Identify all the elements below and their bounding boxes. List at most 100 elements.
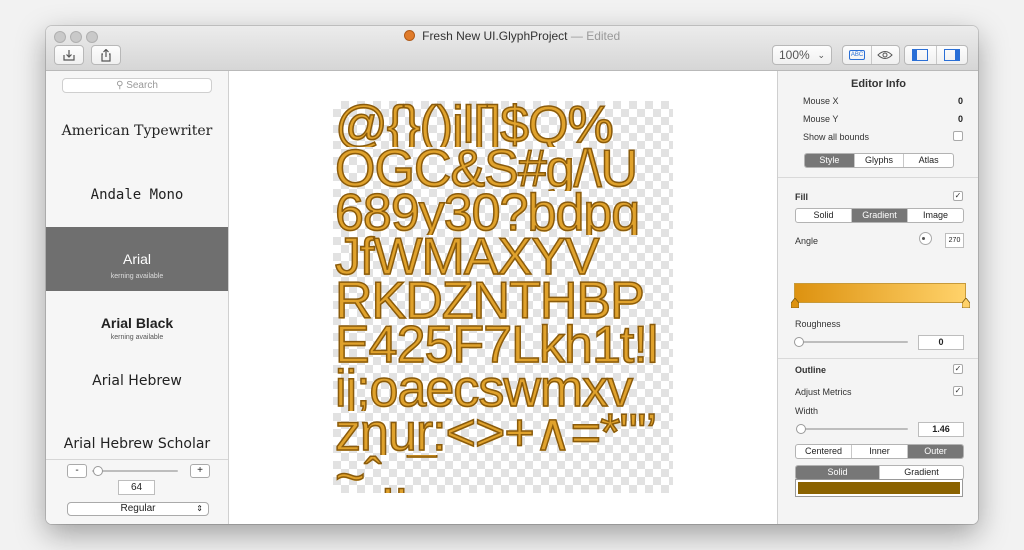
fill-checkbox[interactable]: ✓ [953,191,963,201]
outline-outer-option[interactable]: Outer [908,445,963,458]
tab-glyphs[interactable]: Glyphs [855,154,905,167]
view-options-segment: ABC [842,45,900,65]
roughness-field[interactable]: 0 [918,335,964,350]
gradient-stop-end-icon[interactable] [962,298,970,308]
outline-color-swatch [798,482,960,494]
toggle-right-panel-button[interactable] [937,46,967,64]
kerning-note: kerning available [110,273,164,280]
kerning-note: kerning available [110,334,164,341]
outline-centered-option[interactable]: Centered [796,445,852,458]
outline-mode-segment: Solid Gradient [795,465,964,480]
edited-status: Edited [586,29,621,43]
show-bounds-checkbox[interactable] [953,131,963,141]
export-icon [63,50,75,61]
fill-image-option[interactable]: Image [908,209,963,222]
outline-label: Outline [795,365,826,375]
share-button[interactable] [91,45,121,65]
font-list-sidebar: ⚲ Search American Typewriter Andale Mono… [46,71,229,524]
inspector-tabs: Style Glyphs Atlas [804,153,954,168]
glyph-row: ~ˆ..¯_ [335,455,465,493]
outline-inner-option[interactable]: Inner [852,445,908,458]
glyph-row: @{}()jl[]$Q% [335,103,615,147]
font-name: Arial [122,251,151,267]
chevron-down-icon: ⌄ [817,49,825,60]
font-style-value: Regular [120,503,156,514]
zoom-value: 100% [779,48,810,62]
mouse-y-value: 0 [957,114,963,124]
zoom-select[interactable]: 100% ⌄ [772,45,832,65]
fill-mode-segment: Solid Gradient Image [795,208,964,223]
roughness-label: Roughness [795,319,841,329]
glyph-row: OGC&S#g/\U [335,147,639,191]
width-label: Width [795,406,819,416]
font-size-field[interactable]: 64 [118,480,155,495]
angle-field[interactable]: 270 [945,233,964,248]
search-placeholder: Search [126,80,158,91]
mouse-x-label: Mouse X [803,96,839,106]
increase-size-button[interactable]: + [190,464,210,478]
abc-icon: ABC [848,50,866,60]
angle-label: Angle [795,236,819,246]
gradient-stop-start-icon[interactable] [791,298,799,308]
angle-dial[interactable] [919,232,932,245]
right-panel-icon [943,49,960,61]
title-separator: — [570,29,583,43]
inspector-panel: Editor Info Mouse X 0 Mouse Y 0 Show all… [777,71,978,524]
preview-toggle-button[interactable] [872,46,899,64]
tab-atlas[interactable]: Atlas [904,154,953,167]
mouse-x-value: 0 [957,96,963,106]
glyph-row: JfWMAXYV [335,235,600,279]
glyph-row: RKDZNTHBP [335,279,646,323]
font-size-slider-track[interactable] [92,470,178,472]
fill-solid-option[interactable]: Solid [796,209,852,222]
title-bar: Fresh New UI.GlyphProject — Edited 100% … [46,26,978,71]
outline-position-segment: Centered Inner Outer [795,444,964,459]
font-name: Arial Hebrew Scholar [63,436,211,452]
mouse-y-label: Mouse Y [803,114,839,124]
abc-toggle-button[interactable]: ABC [843,46,872,64]
app-window: Fresh New UI.GlyphProject — Edited 100% … [46,26,978,524]
fill-label: Fill [795,192,808,202]
window-title: Fresh New UI.GlyphProject — Edited [46,29,978,43]
outline-solid-option[interactable]: Solid [796,466,880,479]
divider [778,177,978,178]
width-field[interactable]: 1.46 [918,422,964,437]
gradient-bar[interactable] [794,283,966,303]
glyph-row: zηur:<>+∧=*"'’ [335,411,658,455]
font-size-slider-knob[interactable] [93,466,104,476]
editor-info-title: Editor Info [851,78,906,90]
export-button[interactable] [54,45,84,65]
toggle-left-panel-button[interactable] [905,46,937,64]
decrease-size-button[interactable]: - [67,464,87,478]
width-slider-track[interactable] [798,428,908,430]
search-icon: ⚲ [116,80,124,91]
font-item-american-typewriter[interactable]: American Typewriter [46,123,228,149]
width-slider-knob[interactable] [796,424,806,434]
glyph-row: ij;oaecswmxv [335,367,634,411]
font-item-arial-black[interactable]: Arial Black kerning available [46,315,228,355]
font-item-andale-mono[interactable]: Andale Mono [46,187,228,213]
canvas-area: @{}()jl[]$Q% OGC&S#g/\U 689y30?bdpq JfWMAXY… [229,71,776,524]
roughness-slider-knob[interactable] [794,337,804,347]
font-name: American Typewriter [61,123,213,139]
roughness-slider-track[interactable] [798,341,908,343]
outline-gradient-option[interactable]: Gradient [880,466,963,479]
tab-style[interactable]: Style [805,154,855,167]
left-panel-icon [912,49,929,61]
font-item-arial[interactable]: Arial kerning available [46,227,228,291]
show-bounds-label: Show all bounds [803,132,870,142]
up-down-chevron-icon: ⇕ [196,504,203,513]
outline-color-well[interactable] [795,479,963,497]
document-name: Fresh New UI.GlyphProject [422,29,568,43]
share-icon [101,48,111,62]
eye-icon [877,51,894,59]
fill-gradient-option[interactable]: Gradient [852,209,908,222]
outline-checkbox[interactable]: ✓ [953,364,963,374]
search-field[interactable]: ⚲ Search [62,78,212,93]
adjust-metrics-checkbox[interactable]: ✓ [953,386,963,396]
font-item-arial-hebrew[interactable]: Arial Hebrew [46,373,228,399]
glyph-row: 689y30?bdpq [335,191,641,235]
font-name: Andale Mono [90,187,184,203]
glyph-atlas-canvas[interactable]: @{}()jl[]$Q% OGC&S#g/\U 689y30?bdpq JfWMAXY… [333,101,673,493]
font-style-popup[interactable]: Regular ⇕ [67,502,209,516]
